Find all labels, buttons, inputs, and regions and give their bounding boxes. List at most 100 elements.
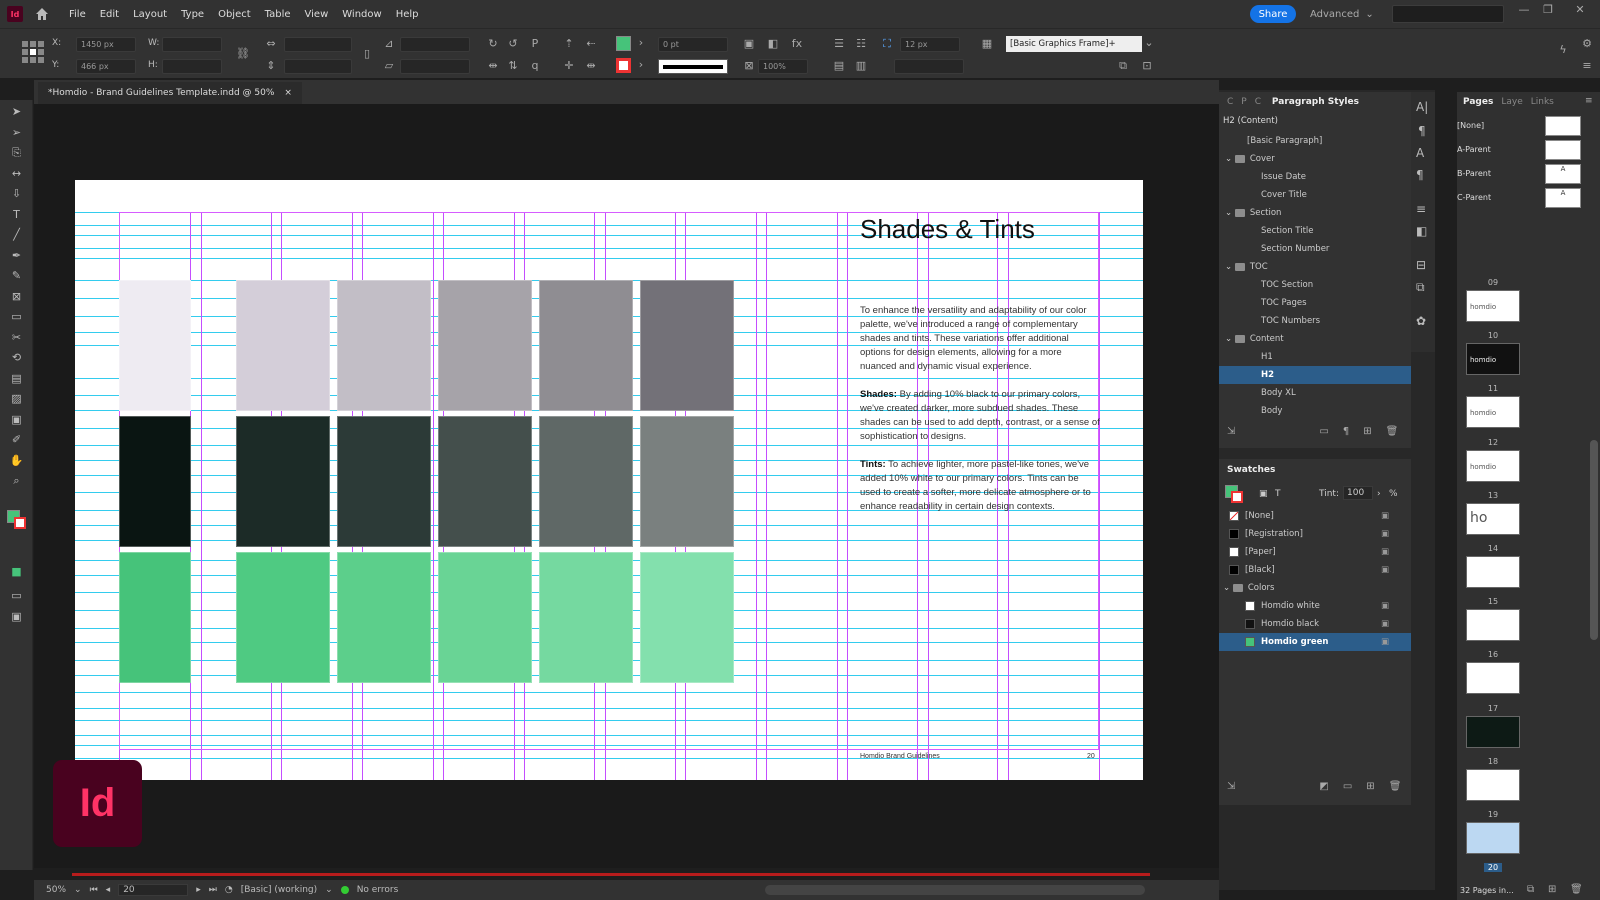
align-left-icon[interactable]: ☰ xyxy=(832,37,846,51)
page-thumbnail[interactable]: homdio xyxy=(1466,290,1520,322)
load-styles-icon[interactable]: ⇲ xyxy=(1227,426,1235,437)
wrap-around-icon[interactable]: ▥ xyxy=(854,59,868,73)
formatting-container-icon[interactable]: ▣ xyxy=(1259,489,1268,499)
note-tool-icon[interactable]: ▣ xyxy=(8,411,25,428)
prev-page-icon[interactable]: ◂ xyxy=(106,885,111,895)
apply-color-icon[interactable]: ■ xyxy=(8,563,25,580)
flip-vertical-icon[interactable]: ⇅ xyxy=(506,59,520,73)
paragraph-icon[interactable]: ¶ xyxy=(1418,124,1426,138)
object-style-dropdown[interactable]: [Basic Graphics Frame]+ xyxy=(1006,36,1142,52)
constrain-link-icon[interactable]: ⛓ xyxy=(236,47,250,61)
menu-layout[interactable]: Layout xyxy=(126,9,174,20)
swatch-item[interactable]: [None] ▣ xyxy=(1219,507,1411,525)
paragraph-style-item[interactable]: H2 xyxy=(1219,366,1411,384)
color-theme-icon[interactable]: ✿ xyxy=(1416,314,1426,328)
constrain-scale-icon[interactable]: ▯ xyxy=(360,47,374,61)
gradient-icon[interactable]: ◧ xyxy=(1416,224,1427,238)
paragraph-style-item[interactable]: Section Title xyxy=(1219,222,1411,240)
rotate-ccw-icon[interactable]: ↺ xyxy=(506,37,520,51)
swatch-item[interactable]: [Registration] ▣ xyxy=(1219,525,1411,543)
paragraph-style-item[interactable]: H1 xyxy=(1219,348,1411,366)
swatch-item[interactable]: Homdio green ▣ xyxy=(1219,633,1411,651)
clear-overrides-icon[interactable]: ¶ xyxy=(1343,426,1349,437)
stroke-weight-field[interactable]: 0 pt xyxy=(658,37,728,52)
pages-tab-1[interactable]: Laye xyxy=(1501,97,1522,107)
page-thumbnail[interactable] xyxy=(1466,768,1520,801)
scale-x-field[interactable] xyxy=(284,37,352,52)
color-swatch-r1-c6[interactable] xyxy=(640,280,734,411)
color-swatch-r1-c1[interactable] xyxy=(119,280,191,411)
intro-paragraph[interactable]: To enhance the versatility and adaptabil… xyxy=(860,304,1100,374)
paragraph-style-item[interactable]: TOC Pages xyxy=(1219,294,1411,312)
select-prev-icon[interactable]: ✛ xyxy=(562,59,576,73)
parent-page-item[interactable]: C-Parent A xyxy=(1457,188,1587,208)
paragraph-style-item[interactable]: TOC Section xyxy=(1219,276,1411,294)
zoom-level[interactable]: 50% xyxy=(46,885,66,895)
fill-swatch[interactable] xyxy=(616,36,631,51)
paragraph-style-item[interactable]: Cover Title xyxy=(1219,186,1411,204)
fill-menu-icon[interactable]: › xyxy=(634,36,648,50)
color-swatch-r3-c4[interactable] xyxy=(438,552,532,683)
publish-icon[interactable]: ⧉ xyxy=(1116,59,1130,73)
paragraph-style-item[interactable]: Body xyxy=(1219,402,1411,420)
pencil-tool-icon[interactable]: ✎ xyxy=(8,267,25,284)
new-page-icon[interactable]: ⊞ xyxy=(1548,884,1556,895)
character-icon[interactable]: A| xyxy=(1416,100,1428,114)
restore-icon[interactable]: ❐ xyxy=(1538,3,1558,21)
panel-menu-icon[interactable]: ≡ xyxy=(1585,96,1593,106)
parent-page-item[interactable]: B-Parent A xyxy=(1457,164,1587,184)
first-page-icon[interactable]: ⏮ xyxy=(90,885,98,895)
swatch-views-icon[interactable]: ⇲ xyxy=(1227,781,1235,792)
delete-swatch-icon[interactable]: 🗑 xyxy=(1389,781,1402,792)
pages-scrollbar[interactable] xyxy=(1590,440,1598,640)
paragraph-style-item[interactable]: ⌄ Cover xyxy=(1219,150,1411,168)
scale-y-field[interactable] xyxy=(284,59,352,74)
screen-mode-icon[interactable]: ▭ xyxy=(8,587,25,604)
text-wrap-icon[interactable]: ▤ xyxy=(832,59,846,73)
new-group-icon[interactable]: ▭ xyxy=(1319,426,1328,437)
close-window-icon[interactable]: ✕ xyxy=(1570,3,1590,21)
line-tool-icon[interactable]: ╱ xyxy=(8,226,25,243)
chevron-down-icon[interactable]: ⌄ xyxy=(1225,208,1235,218)
char-styles-icon[interactable]: A xyxy=(1416,146,1424,160)
home-icon[interactable] xyxy=(34,6,50,22)
color-swatch-r3-c2[interactable] xyxy=(236,552,330,683)
next-page-icon[interactable]: ▸ xyxy=(196,885,201,895)
flip-icon[interactable]: P xyxy=(528,37,542,51)
paragraph-style-item[interactable]: ⌄ Content xyxy=(1219,330,1411,348)
search-input[interactable] xyxy=(1392,5,1504,23)
preflight-icon[interactable]: ◔ xyxy=(225,885,233,895)
direct-selection-icon[interactable]: ➢ xyxy=(8,124,25,141)
color-swatch-r3-c6[interactable] xyxy=(640,552,734,683)
settings-icon[interactable]: ⚙ xyxy=(1580,37,1594,51)
menu-file[interactable]: File xyxy=(62,9,93,20)
rectangle-tool-icon[interactable]: ▭ xyxy=(8,308,25,325)
swatches-title[interactable]: Swatches xyxy=(1227,465,1275,475)
paragraph-style-item[interactable]: Issue Date xyxy=(1219,168,1411,186)
eyedropper-icon[interactable]: ✐ xyxy=(8,431,25,448)
export-icon[interactable]: ⊡ xyxy=(1140,59,1154,73)
lightning-icon[interactable]: ϟ xyxy=(1556,43,1570,57)
pathfinder-icon[interactable]: ⧉ xyxy=(1416,280,1425,295)
chevron-down-icon[interactable]: ⌄ xyxy=(325,885,333,895)
gap-field[interactable]: 12 px xyxy=(900,37,960,52)
tint-arrow-icon[interactable]: › xyxy=(1377,489,1381,499)
page-thumbnail[interactable]: homdio xyxy=(1466,449,1520,482)
color-swatch-r1-c4[interactable] xyxy=(438,280,532,411)
new-swatch-icon[interactable]: ⊞ xyxy=(1366,781,1374,792)
select-next-icon[interactable]: ⇹ xyxy=(584,59,598,73)
paragraph-style-item[interactable]: Section Number xyxy=(1219,240,1411,258)
new-style-icon[interactable]: ⊞ xyxy=(1363,426,1371,437)
gradient-feather-icon[interactable]: ▨ xyxy=(8,390,25,407)
y-field[interactable]: 466 px xyxy=(76,59,136,74)
horizontal-scrollbar[interactable] xyxy=(765,885,1145,895)
type-tool-icon[interactable]: T xyxy=(8,206,25,223)
corner-field[interactable] xyxy=(894,59,964,74)
menu-help[interactable]: Help xyxy=(389,9,426,20)
panel-tab-0[interactable]: C xyxy=(1227,97,1233,107)
scale-x-icon[interactable]: ⇔ xyxy=(264,37,278,51)
stroke-icon[interactable]: ≡ xyxy=(1416,202,1426,216)
menu-view[interactable]: View xyxy=(298,9,336,20)
page-thumbnail[interactable] xyxy=(1466,822,1520,854)
color-swatch-r3-c5[interactable] xyxy=(539,552,633,683)
